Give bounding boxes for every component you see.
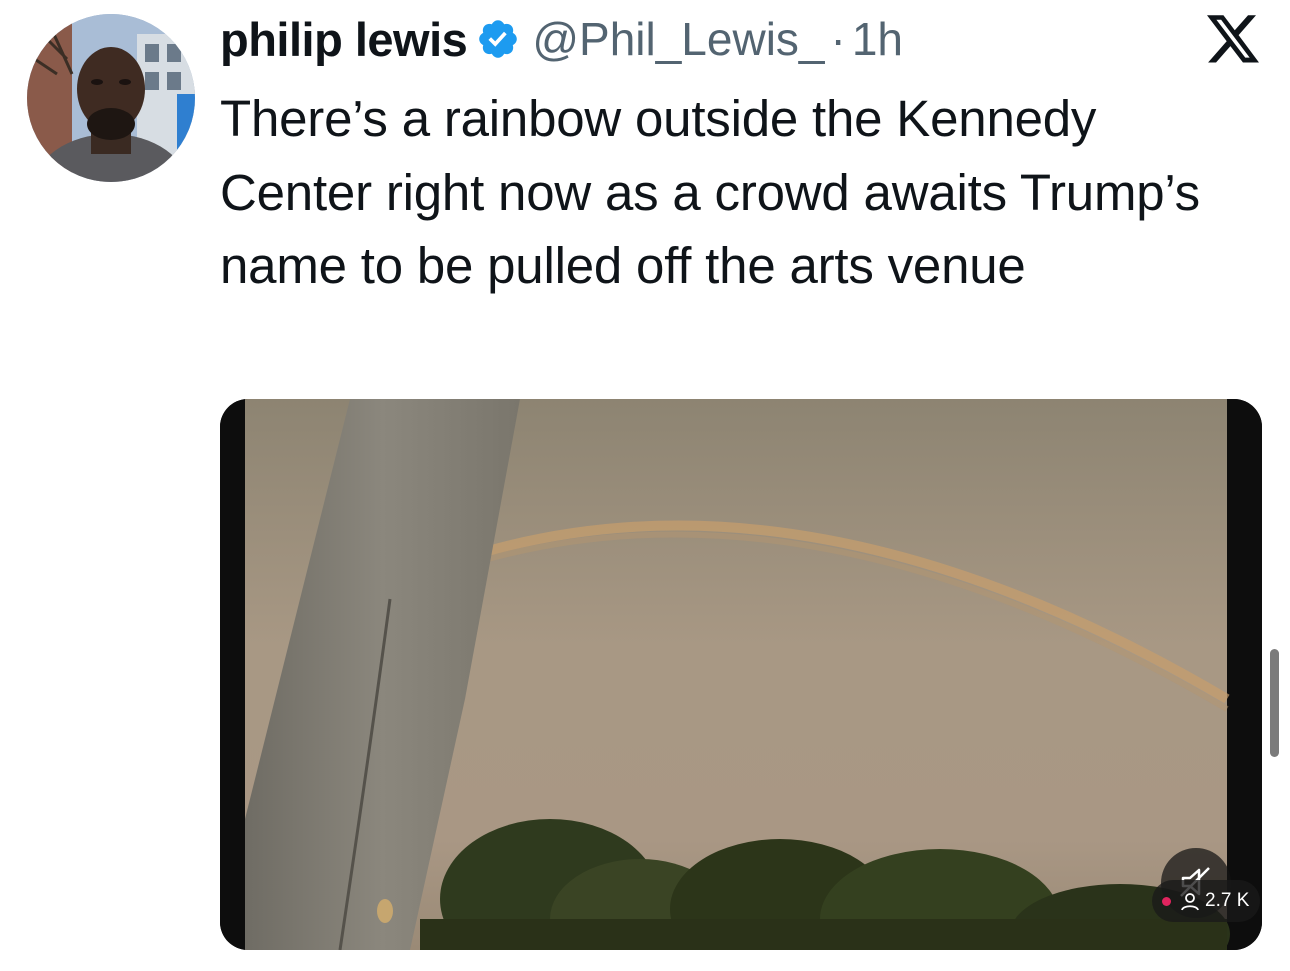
x-logo-icon[interactable] (1207, 15, 1261, 65)
person-icon (1181, 893, 1199, 911)
handle[interactable]: @Phil_Lewis_ (532, 12, 824, 66)
display-name[interactable]: philip lewis (220, 12, 468, 67)
avatar[interactable] (27, 14, 195, 182)
video-player[interactable] (220, 399, 1262, 950)
verified-badge-icon[interactable] (476, 17, 520, 61)
separator-dot: · (830, 13, 846, 65)
tweet-header: philip lewis @Phil_Lewis_ · 1h (220, 10, 903, 68)
scrollbar-thumb[interactable] (1270, 649, 1279, 757)
tweet-text: There’s a rainbow outside the Kennedy Ce… (220, 90, 1200, 294)
timestamp[interactable]: 1h (852, 12, 903, 66)
view-count: 2.7 K (1205, 890, 1250, 911)
view-count-badge: 2.7 K (1152, 880, 1260, 922)
live-dot (1162, 896, 1171, 906)
